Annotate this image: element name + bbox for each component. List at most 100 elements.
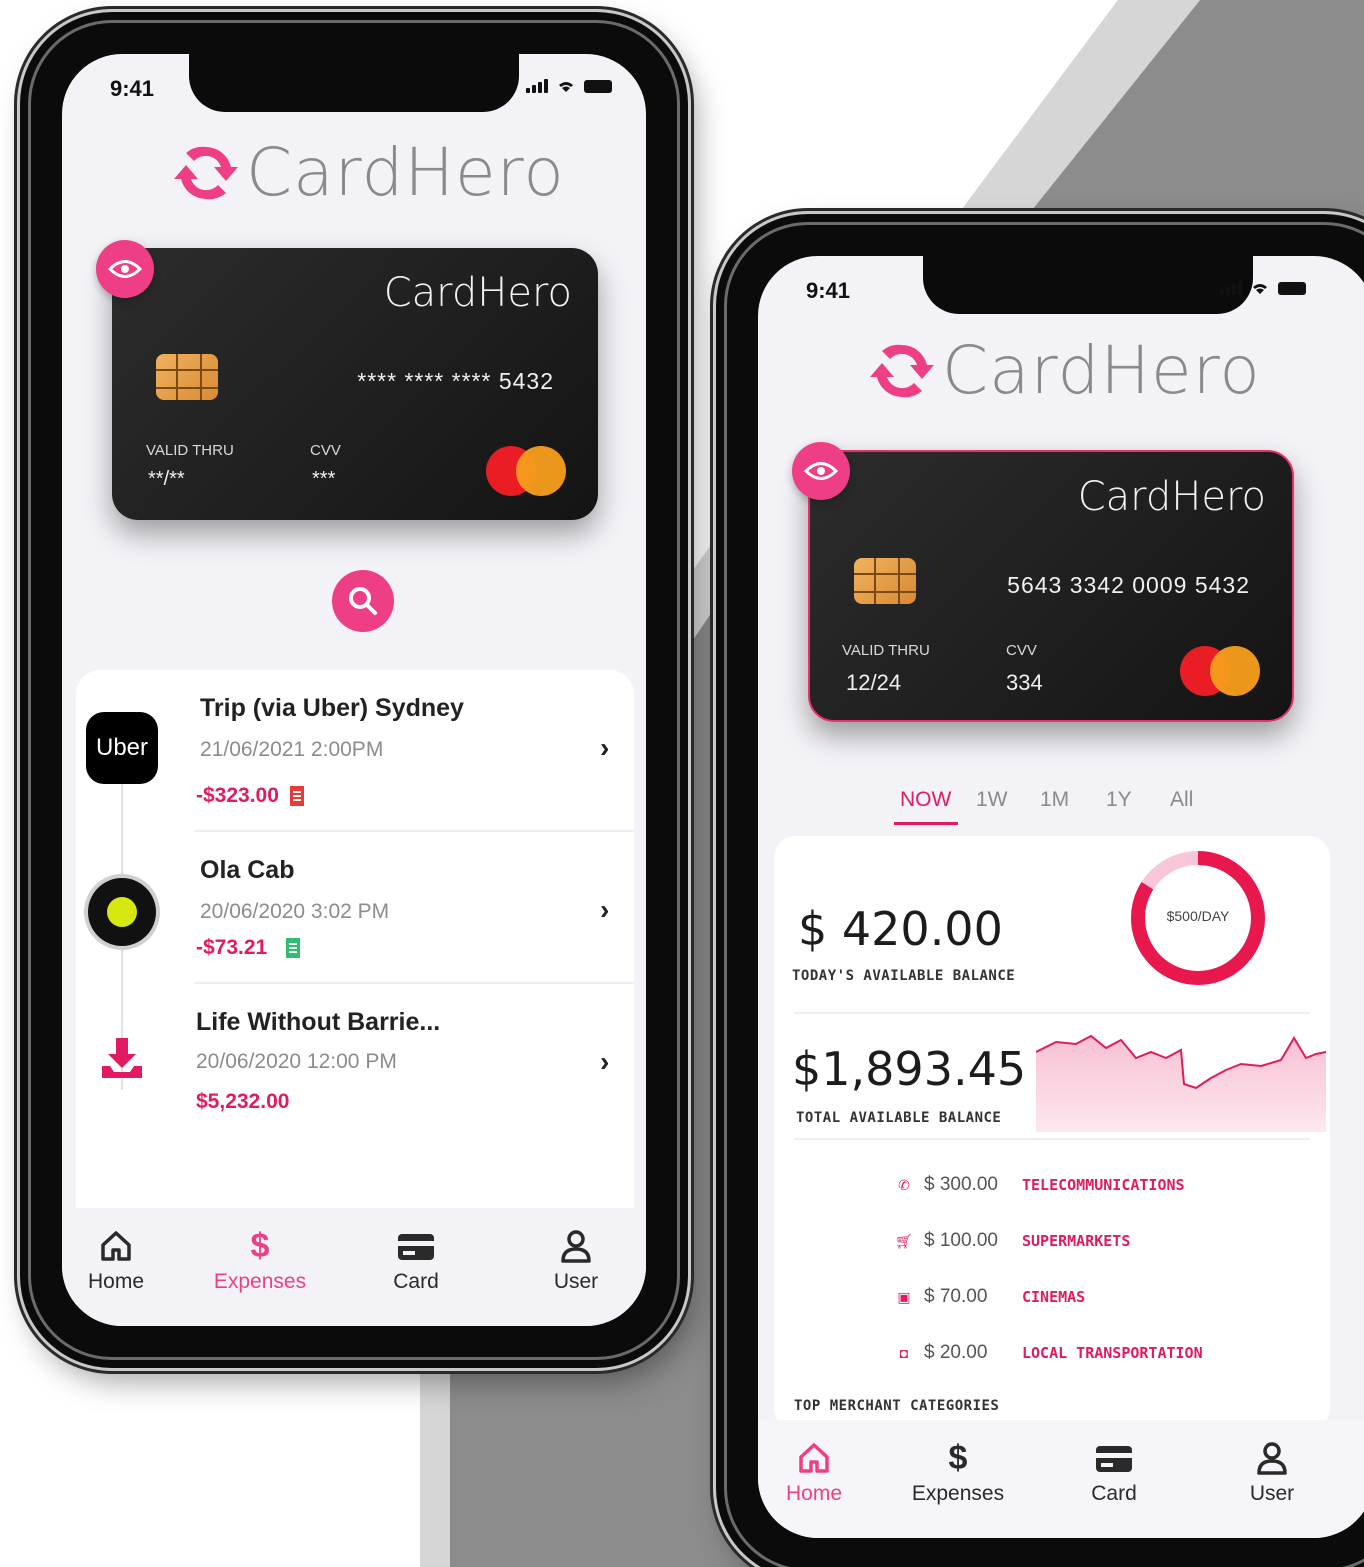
- valid-thru-value: **/**: [148, 468, 185, 490]
- cvv-value: 334: [1006, 670, 1043, 695]
- status-icons: [526, 79, 612, 93]
- transaction-date: 20/06/2020 3:02 PM: [200, 900, 390, 923]
- cart-icon: 🛒︎: [895, 1232, 913, 1249]
- tab-card[interactable]: Card: [1054, 1440, 1174, 1506]
- category-row[interactable]: ◘ $ 20.00 LOCAL TRANSPORTATION: [894, 1342, 1203, 1364]
- card-icon: [398, 1234, 434, 1260]
- tab-expenses[interactable]: $ Expenses: [200, 1228, 320, 1294]
- period-tab-1w[interactable]: 1W: [976, 788, 1008, 812]
- sync-icon: [870, 344, 934, 397]
- tab-label: Card: [1091, 1482, 1137, 1505]
- phone-icon: ✆: [898, 1176, 910, 1193]
- showcase: 9:41 CardHero CardHero **** **** **** 54…: [0, 0, 1364, 1567]
- period-tab-1y[interactable]: 1Y: [1106, 788, 1132, 812]
- valid-thru-value: 12/24: [846, 670, 902, 695]
- card-icon: [1096, 1446, 1132, 1472]
- home-icon: [799, 1443, 829, 1473]
- sync-icon: [174, 146, 238, 199]
- category-row[interactable]: 🛒︎ $ 100.00 SUPERMARKETS: [894, 1230, 1130, 1252]
- total-balance: $1,893.45: [792, 1042, 1027, 1096]
- category-name: LOCAL TRANSPORTATION: [1022, 1344, 1203, 1362]
- period-underline: [894, 822, 958, 825]
- category-row[interactable]: ✆ $ 300.00 TELECOMMUNICATIONS: [894, 1174, 1185, 1196]
- reveal-card-button[interactable]: [792, 442, 850, 500]
- chevron-right-icon: ›: [600, 1046, 610, 1077]
- tab-label: User: [1249, 1482, 1295, 1505]
- transaction-date: 20/06/2020 12:00 PM: [196, 1050, 397, 1073]
- wifi-icon: [1253, 284, 1267, 294]
- cvv-value: ***: [312, 468, 336, 490]
- tab-label: Home: [87, 1270, 145, 1293]
- user-icon: [561, 1230, 591, 1263]
- today-balance-label: TODAY'S AVAILABLE BALANCE: [792, 968, 1016, 984]
- status-time: 9:41: [806, 278, 851, 303]
- app-logo: CardHero: [870, 332, 1261, 409]
- eye-icon: [804, 462, 838, 480]
- battery-icon: [584, 80, 612, 93]
- tab-bar: Home $ Expenses Card User: [758, 1420, 1364, 1538]
- search-icon: [349, 587, 377, 615]
- receipt-icon: [289, 786, 304, 806]
- category-row[interactable]: ▣ $ 70.00 CINEMAS: [894, 1286, 1085, 1308]
- tab-home[interactable]: Home: [62, 1228, 176, 1294]
- tab-home[interactable]: Home: [758, 1440, 874, 1506]
- period-tab-1m[interactable]: 1M: [1040, 788, 1069, 812]
- reveal-card-button[interactable]: [96, 240, 154, 298]
- signal-icon: [1220, 281, 1242, 295]
- notch: [189, 54, 519, 112]
- card-brand: CardHero: [1077, 474, 1266, 520]
- app-logo: CardHero: [174, 134, 565, 211]
- payment-card[interactable]: CardHero **** **** **** 5432 VALID THRU …: [112, 248, 598, 520]
- ticket-icon: ▣: [897, 1288, 911, 1305]
- daily-limit-label: $500/DAY: [1166, 908, 1230, 924]
- card-number: **** **** **** 5432: [357, 368, 554, 394]
- notch: [923, 256, 1253, 314]
- today-balance: $ 420.00: [798, 902, 1003, 956]
- transaction-title: Life Without Barrie...: [196, 1008, 441, 1036]
- period-tab-all[interactable]: All: [1170, 788, 1193, 812]
- categories-title: TOP MERCHANT CATEGORIES: [794, 1398, 1000, 1414]
- dollar-icon: $: [948, 1439, 968, 1477]
- tab-bar: Home $ Expenses Card User: [62, 1208, 646, 1326]
- payment-card[interactable]: CardHero 5643 3342 0009 5432 VALID THRU …: [808, 450, 1294, 722]
- left-phone: 9:41 CardHero CardHero **** **** **** 54…: [20, 12, 688, 1368]
- logo-text: CardHero: [942, 332, 1261, 409]
- chevron-right-icon: ›: [600, 732, 610, 763]
- total-balance-label: TOTAL AVAILABLE BALANCE: [796, 1110, 1002, 1126]
- transaction-title: Ola Cab: [200, 856, 295, 884]
- tab-card[interactable]: Card: [356, 1228, 476, 1294]
- transactions-list: Uber Trip (via Uber) Sydney 21/06/2021 2…: [76, 670, 634, 1242]
- tab-expenses[interactable]: $ Expenses: [898, 1440, 1018, 1506]
- category-name: SUPERMARKETS: [1022, 1232, 1131, 1250]
- category-name: TELECOMMUNICATIONS: [1022, 1176, 1185, 1194]
- balance-sparkline: [1036, 1034, 1326, 1132]
- ola-logo: [88, 878, 156, 946]
- wifi-icon: [559, 82, 573, 92]
- signal-icon: [526, 79, 548, 93]
- home-icon: [101, 1231, 131, 1261]
- card-number: 5643 3342 0009 5432: [1007, 572, 1250, 598]
- transaction-amount: -$73.21: [196, 936, 268, 959]
- download-icon: [102, 1038, 142, 1078]
- eye-icon: [108, 260, 142, 278]
- chevron-right-icon: ›: [600, 894, 610, 925]
- status-time: 9:41: [110, 76, 155, 101]
- tab-label: Expenses: [911, 1482, 1005, 1505]
- right-phone: 9:41 CardHero CardHero 5643 3342 0009 54…: [716, 214, 1364, 1567]
- mastercard-logo: [1180, 646, 1260, 696]
- cvv-label: CVV: [310, 442, 341, 459]
- search-button[interactable]: [332, 570, 394, 632]
- transaction-amount: -$323.00: [196, 784, 279, 807]
- card-brand: CardHero: [383, 270, 572, 316]
- tab-label: Card: [393, 1270, 439, 1293]
- period-tab-now[interactable]: NOW: [900, 788, 951, 812]
- category-name: CINEMAS: [1022, 1288, 1086, 1306]
- left-screen: 9:41 CardHero CardHero **** **** **** 54…: [62, 54, 646, 1326]
- right-screen: 9:41 CardHero CardHero 5643 3342 0009 54…: [758, 256, 1364, 1538]
- tab-label: Home: [785, 1482, 843, 1505]
- tab-user[interactable]: User: [516, 1228, 636, 1294]
- category-amount: $ 70.00: [924, 1286, 988, 1307]
- tab-user[interactable]: User: [1212, 1440, 1332, 1506]
- receipt-icon: [286, 938, 301, 958]
- logo-text: CardHero: [246, 134, 565, 211]
